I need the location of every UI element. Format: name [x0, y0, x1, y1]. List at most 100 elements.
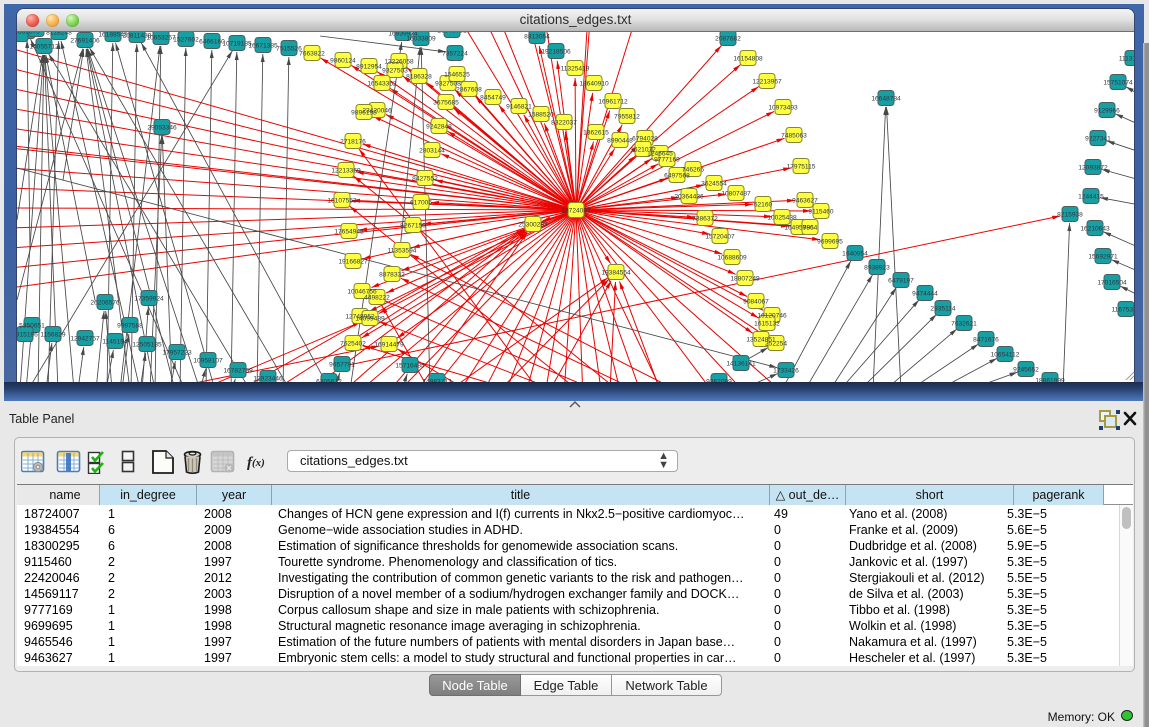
svg-text:11353594: 11353594 — [388, 248, 417, 255]
svg-text:2935114: 2935114 — [930, 306, 956, 313]
svg-text:14055712: 14055712 — [29, 44, 59, 51]
svg-text:6479197: 6479197 — [888, 278, 914, 285]
svg-text:1588520: 1588520 — [528, 112, 554, 119]
svg-text:8813054: 8813054 — [524, 34, 550, 41]
svg-text:2718176: 2718176 — [340, 139, 366, 146]
svg-text:9474444: 9474444 — [912, 291, 938, 298]
svg-text:15720407: 15720407 — [705, 234, 735, 241]
svg-text:8128248: 8128248 — [46, 32, 72, 37]
svg-text:18640910: 18640910 — [579, 81, 609, 88]
svg-text:9657791: 9657791 — [329, 362, 355, 369]
svg-text:10807487: 10807487 — [721, 191, 751, 198]
svg-text:17359924: 17359924 — [134, 296, 164, 303]
svg-text:3915196: 3915196 — [17, 332, 38, 339]
svg-text:9997588: 9997588 — [117, 323, 143, 330]
svg-text:20364436: 20364436 — [674, 194, 704, 201]
svg-text:8938923: 8938923 — [864, 265, 890, 272]
svg-text:7955812: 7955812 — [614, 114, 640, 121]
svg-text:1546525: 1546525 — [444, 72, 470, 79]
svg-text:8427552: 8427552 — [412, 176, 438, 183]
svg-text:8186328: 8186328 — [406, 74, 432, 81]
svg-text:25300283: 25300283 — [518, 222, 548, 229]
svg-text:6305612: 6305612 — [316, 379, 342, 383]
svg-text:9361875: 9361875 — [17, 32, 40, 36]
svg-text:7632621: 7632621 — [951, 321, 977, 328]
svg-text:8454749: 8454749 — [480, 95, 506, 102]
svg-text:1244415: 1244415 — [1078, 194, 1104, 201]
svg-text:9146821: 9146821 — [506, 104, 532, 111]
svg-text:9227341: 9227341 — [1085, 136, 1111, 143]
svg-text:12213967: 12213967 — [752, 79, 782, 86]
svg-text:12093872: 12093872 — [1078, 165, 1108, 172]
svg-text:8471676: 8471676 — [973, 337, 999, 344]
svg-text:14983713: 14983713 — [422, 379, 452, 383]
svg-text:19384554: 19384554 — [601, 270, 631, 277]
svg-text:15716485: 15716485 — [395, 363, 425, 370]
svg-text:12213369: 12213369 — [331, 168, 361, 175]
svg-text:16782759: 16782759 — [223, 368, 253, 375]
svg-text:15751074: 15751074 — [1103, 80, 1133, 87]
svg-text:11131719: 11131719 — [1119, 56, 1134, 63]
svg-text:7625402: 7625402 — [340, 341, 366, 348]
svg-text:9896198: 9896198 — [351, 110, 377, 117]
svg-text:617006: 617006 — [410, 200, 432, 207]
svg-text:(x): (x) — [252, 457, 265, 469]
svg-text:17957223: 17957223 — [162, 350, 192, 357]
svg-text:9115460: 9115460 — [808, 209, 834, 216]
svg-text:1527602: 1527602 — [173, 37, 199, 44]
svg-text:26206576: 26206576 — [90, 300, 120, 307]
svg-text:5850651: 5850651 — [19, 323, 45, 330]
svg-text:2087682: 2087682 — [715, 36, 741, 43]
svg-text:2803144: 2803144 — [419, 148, 445, 155]
svg-text:12505185: 12505185 — [132, 342, 162, 349]
svg-text:3624554: 3624554 — [701, 181, 727, 188]
svg-text:17016504: 17016504 — [1097, 280, 1127, 287]
svg-text:12923446: 12923446 — [253, 376, 283, 383]
svg-text:1733426: 1733426 — [773, 368, 799, 375]
svg-text:7357224: 7357224 — [442, 51, 468, 58]
svg-text:11675330: 11675330 — [1112, 307, 1134, 314]
svg-text:9245652: 9245652 — [1013, 367, 1039, 374]
svg-text:1156829: 1156829 — [40, 332, 66, 339]
svg-text:18807249: 18807249 — [730, 276, 760, 283]
svg-text:10654112: 10654112 — [991, 352, 1020, 359]
svg-text:17654945: 17654945 — [334, 229, 364, 236]
svg-text:18724007: 18724007 — [561, 208, 591, 215]
svg-text:29053346: 29053346 — [147, 125, 177, 132]
svg-text:19166827: 19166827 — [338, 259, 368, 266]
svg-text:7663822: 7663822 — [299, 51, 325, 58]
svg-text:18861999: 18861999 — [1035, 378, 1065, 383]
svg-text:10688609: 10688609 — [717, 255, 747, 262]
svg-text:1362615: 1362615 — [583, 130, 609, 137]
svg-text:1145194: 1145194 — [102, 339, 128, 346]
svg-text:3675685: 3675685 — [433, 100, 459, 107]
svg-text:16107553: 16107553 — [327, 198, 357, 205]
svg-text:9864: 9864 — [803, 225, 818, 232]
svg-text:9084067: 9084067 — [743, 299, 769, 306]
svg-text:7386372: 7386372 — [692, 216, 718, 223]
svg-text:6466160: 6466160 — [199, 39, 225, 46]
svg-text:252254: 252254 — [765, 341, 787, 348]
svg-text:10653267: 10653267 — [146, 35, 176, 42]
svg-text:9699695: 9699695 — [817, 239, 843, 246]
svg-text:8267150: 8267150 — [400, 223, 426, 230]
svg-text:9777169: 9777169 — [654, 157, 680, 164]
svg-text:2867608: 2867608 — [456, 87, 482, 94]
svg-text:16648784: 16648784 — [871, 96, 901, 103]
svg-text:8912954: 8912954 — [356, 64, 382, 71]
svg-text:62160: 62160 — [754, 202, 773, 209]
svg-text:16914479: 16914479 — [374, 342, 404, 349]
svg-text:6794028: 6794028 — [632, 136, 658, 143]
svg-text:17975115: 17975115 — [787, 164, 816, 171]
svg-text:9362099: 9362099 — [706, 379, 732, 383]
svg-text:4498222: 4498222 — [364, 295, 390, 302]
svg-text:7485063: 7485063 — [781, 133, 807, 140]
svg-text:16154808: 16154808 — [733, 56, 763, 63]
svg-text:15692971: 15692971 — [1088, 254, 1118, 261]
svg-text:10025438: 10025438 — [767, 215, 797, 222]
svg-text:1640954: 1640954 — [842, 251, 868, 258]
svg-text:16210643: 16210643 — [1080, 226, 1110, 233]
svg-text:8215938: 8215938 — [1057, 212, 1083, 219]
svg-text:10958107: 10958107 — [193, 358, 223, 365]
svg-text:27691406: 27691406 — [70, 38, 100, 45]
